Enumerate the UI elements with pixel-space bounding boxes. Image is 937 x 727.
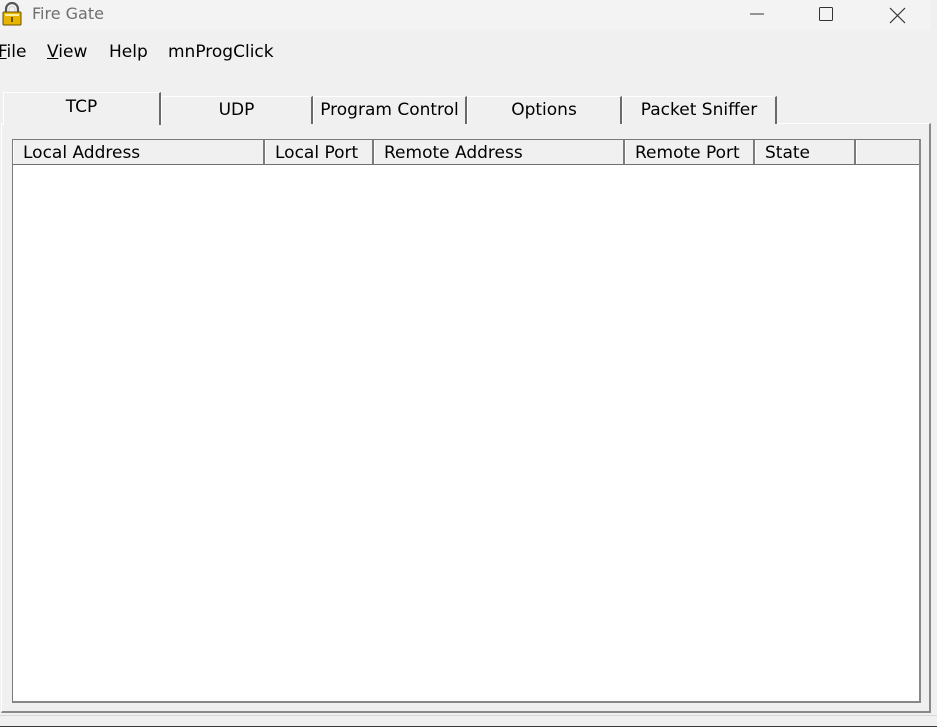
close-icon xyxy=(889,7,906,24)
column-header-local-port[interactable]: Local Port xyxy=(265,140,374,164)
window-title: Fire Gate xyxy=(32,4,104,23)
tab-packet-sniffer[interactable]: Packet Sniffer xyxy=(622,96,777,124)
column-header-remote-address[interactable]: Remote Address xyxy=(374,140,625,164)
maximize-icon xyxy=(819,7,833,21)
tab-options[interactable]: Options xyxy=(467,96,622,124)
tab-program-control[interactable]: Program Control xyxy=(313,96,467,124)
column-header-filler[interactable] xyxy=(856,140,919,164)
tab-strip: TCP UDP Program Control Options Packet S… xyxy=(0,92,937,125)
tab-tcp[interactable]: TCP xyxy=(3,92,161,125)
column-header-state[interactable]: State xyxy=(755,140,856,164)
menu-view[interactable]: View xyxy=(47,42,87,62)
maximize-button[interactable] xyxy=(803,0,849,30)
column-header-remote-port[interactable]: Remote Port xyxy=(625,140,755,164)
menu-file[interactable]: File xyxy=(0,42,26,62)
menu-bar: File View Help mnProgClick xyxy=(0,30,937,74)
list-body[interactable] xyxy=(13,165,919,701)
menu-help[interactable]: Help xyxy=(109,42,148,62)
window-right-edge xyxy=(931,0,937,727)
title-bar[interactable]: Fire Gate xyxy=(0,0,937,30)
window-bottom-edge xyxy=(0,715,937,727)
app-window: Fire Gate File View Help mnProgClick TCP xyxy=(0,0,937,727)
minimize-icon xyxy=(750,13,764,15)
list-header: Local Address Local Port Remote Address … xyxy=(13,140,919,165)
padlock-icon xyxy=(0,1,24,26)
minimize-button[interactable] xyxy=(734,0,780,30)
tcp-connections-list[interactable]: Local Address Local Port Remote Address … xyxy=(12,139,921,703)
tab-udp[interactable]: UDP xyxy=(161,96,313,124)
column-header-local-address[interactable]: Local Address xyxy=(13,140,265,164)
menu-prog-click[interactable]: mnProgClick xyxy=(168,42,274,62)
close-button[interactable] xyxy=(874,0,920,30)
